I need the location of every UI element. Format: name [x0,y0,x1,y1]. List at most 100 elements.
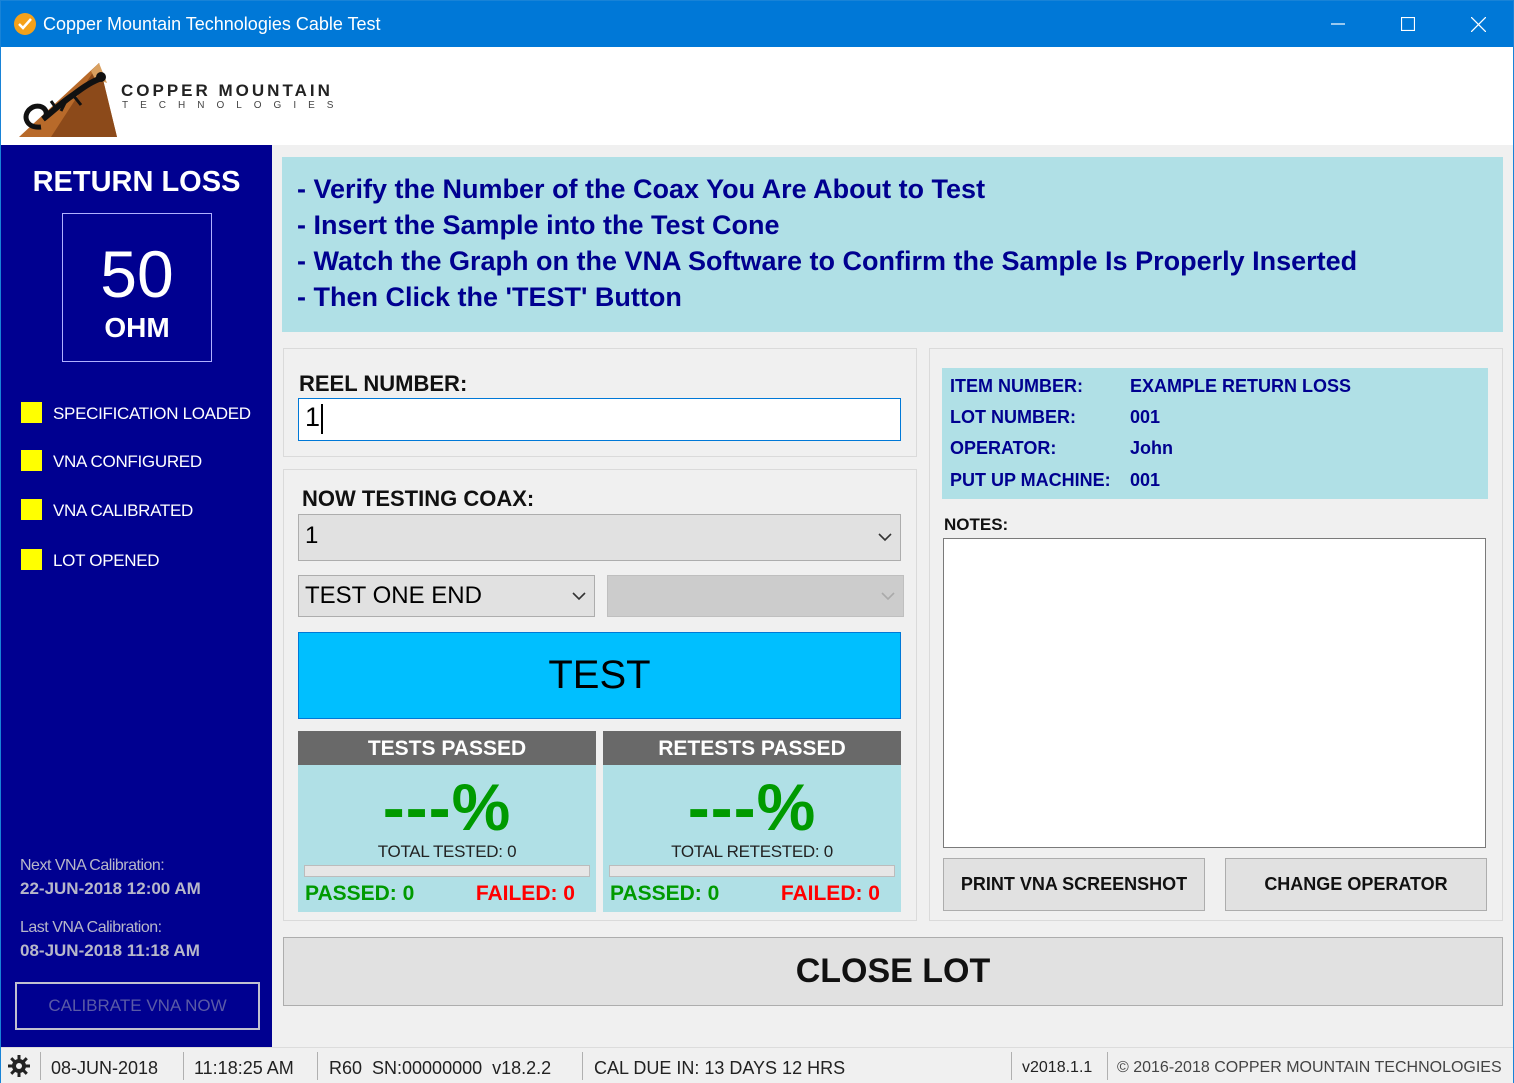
close-button[interactable] [1443,1,1513,47]
status-label: VNA CALIBRATED [53,501,194,520]
instruction-line: - Verify the Number of the Coax You Are … [297,174,986,204]
status-date: 08-JUN-2018 [51,1058,159,1078]
retests-passed-count: PASSED: 0 [610,882,720,905]
maximize-button[interactable] [1373,1,1443,47]
header: COPPER MOUNTAIN TECHNOLOGIES [1,47,1513,145]
impedance-box: 50 OHM [62,213,212,362]
close-icon [1470,16,1486,32]
status-copyright: © 2016-2018 COPPER MOUNTAIN TECHNOLOGIES [1117,1059,1502,1076]
logo-name: COPPER MOUNTAIN [121,81,333,100]
notes-textarea[interactable] [943,538,1486,848]
info-row-lot-number: LOT NUMBER: 001 [950,407,1160,428]
title-bar: Copper Mountain Technologies Cable Test [1,1,1513,47]
test-mode-value: TEST ONE END [305,582,482,609]
coax-select-value: 1 [305,522,319,549]
retests-failed-count: FAILED: 0 [780,882,880,905]
now-testing-label: NOW TESTING COAX: [302,486,535,511]
tests-failed-count: FAILED: 0 [475,882,575,905]
status-version: v2018.1.1 [1022,1059,1093,1076]
tests-progress-bar [304,865,590,877]
window-title: Copper Mountain Technologies Cable Test [43,14,381,34]
info-value: John [1130,438,1173,458]
instruction-line: - Watch the Graph on the VNA Software to… [297,246,1358,276]
change-operator-button[interactable]: CHANGE OPERATOR [1225,858,1487,911]
tests-passed-percent: ---% [382,770,512,844]
app-window: Copper Mountain Technologies Cable Test … [0,0,1514,1083]
info-key: ITEM NUMBER: [950,376,1083,396]
retests-progress-bar [609,865,895,877]
info-row-operator: OPERATOR: John [950,438,1173,459]
notes-label: NOTES: [944,515,1009,534]
maximize-icon [1401,17,1415,31]
gear-icon[interactable] [7,1054,31,1078]
next-calibration-value: 22-JUN-2018 12:00 AM [20,879,201,898]
status-separator [1107,1052,1108,1080]
reel-number-group: REEL NUMBER: 1 [283,348,917,457]
lot-info-group: ITEM NUMBER: EXAMPLE RETURN LOSS LOT NUMB… [929,348,1503,921]
info-value: EXAMPLE RETURN LOSS [1130,376,1352,396]
retests-passed-title: RETESTS PASSED [603,731,901,765]
chevron-down-icon [881,592,895,601]
info-key: OPERATOR: [950,438,1057,458]
instructions-panel: - Verify the Number of the Coax You Are … [282,157,1503,332]
chevron-down-icon [878,533,892,542]
print-vna-screenshot-button[interactable]: PRINT VNA SCREENSHOT [943,858,1205,911]
lot-info-box: ITEM NUMBER: EXAMPLE RETURN LOSS LOT NUMB… [942,368,1488,499]
test-type-title: RETURN LOSS [32,166,241,198]
status-indicator-icon [21,549,42,570]
instruction-line: - Then Click the 'TEST' Button [297,282,682,312]
left-status-panel: RETURN LOSS 50 OHM SPECIFICATION LOADED … [1,145,272,1047]
status-separator [183,1052,184,1080]
app-check-icon [14,13,36,35]
test-button[interactable]: TEST [298,632,901,719]
status-label: SPECIFICATION LOADED [53,404,251,423]
info-key: PUT UP MACHINE: [950,470,1111,490]
status-label: LOT OPENED [53,551,160,570]
text-caret [321,403,324,434]
reel-number-label: REEL NUMBER: [299,371,468,396]
copper-mountain-logo-icon [19,63,117,137]
status-time: 11:18:25 AM [194,1058,294,1078]
tests-passed-title: TESTS PASSED [298,731,596,765]
impedance-value: 50 [100,237,174,311]
logo-subtitle: TECHNOLOGIES [122,100,346,111]
close-lot-button[interactable]: CLOSE LOT [283,937,1503,1006]
status-device: R60 SN:00000000 v18.2.2 [329,1058,552,1078]
info-row-item-number: ITEM NUMBER: EXAMPLE RETURN LOSS [950,376,1351,397]
total-retested: TOTAL RETESTED: 0 [671,842,833,861]
info-value: 001 [1130,407,1161,427]
status-cal-due: CAL DUE IN: 13 DAYS 12 HRS [594,1058,846,1078]
status-separator [1011,1052,1012,1080]
status-separator [317,1052,318,1080]
info-row-put-up-machine: PUT UP MACHINE: 001 [950,470,1160,491]
impedance-unit: OHM [104,312,170,343]
secondary-select[interactable] [607,575,904,617]
minimize-button[interactable] [1303,1,1373,47]
status-indicator-icon [21,499,42,520]
reel-number-input[interactable]: 1 [298,398,901,441]
chevron-down-icon [572,592,586,601]
retests-passed-percent: ---% [687,770,817,844]
status-separator [582,1052,583,1080]
last-calibration-label: Last VNA Calibration: [20,919,162,936]
status-indicator-icon [21,402,42,423]
status-indicator-icon [21,450,42,471]
status-label: VNA CONFIGURED [53,452,202,471]
retests-passed-panel: RETESTS PASSED ---% TOTAL RETESTED: 0 PA… [603,731,901,912]
reel-number-value: 1 [305,402,321,432]
status-separator [40,1052,41,1080]
next-calibration-label: Next VNA Calibration: [20,857,165,874]
minimize-icon [1331,23,1345,25]
info-value: 001 [1130,470,1161,490]
instruction-line: - Insert the Sample into the Test Cone [297,210,780,240]
calibrate-vna-button[interactable]: CALIBRATE VNA NOW [15,982,260,1030]
test-mode-select[interactable]: TEST ONE END [298,575,595,617]
now-testing-group: NOW TESTING COAX: 1 TEST ONE END TEST TE… [283,469,917,921]
tests-passed-panel: TESTS PASSED ---% TOTAL TESTED: 0 PASSED… [298,731,596,912]
status-bar: 08-JUN-2018 11:18:25 AM R60 SN:00000000 … [1,1047,1513,1083]
total-tested: TOTAL TESTED: 0 [377,842,517,861]
tests-passed-count: PASSED: 0 [305,882,415,905]
coax-select[interactable]: 1 [298,514,901,561]
info-key: LOT NUMBER: [950,407,1076,427]
last-calibration-value: 08-JUN-2018 11:18 AM [20,941,200,960]
